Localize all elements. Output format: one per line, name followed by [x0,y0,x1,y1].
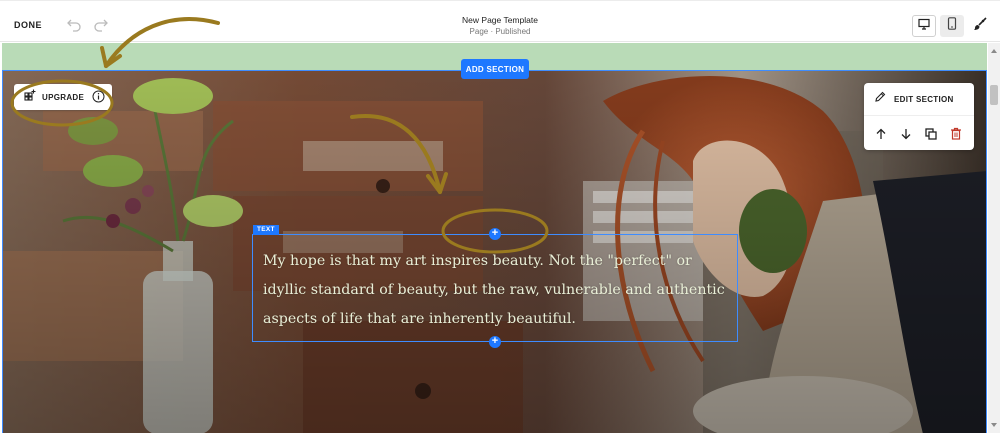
trash-icon[interactable] [947,125,964,142]
add-section-button[interactable]: ADD SECTION [461,59,529,79]
text-block-content[interactable]: My hope is that my art inspires beauty. … [263,247,733,334]
upgrade-button[interactable]: UPGRADE [14,84,112,110]
page-status: Page · Published [469,27,531,36]
edit-section-button[interactable]: EDIT SECTION [864,83,974,116]
mobile-view-button[interactable] [940,15,964,37]
mobile-icon [947,17,957,35]
text-block-tag: TEXT [253,225,279,235]
section-actions [864,117,974,150]
undo-icon[interactable] [66,16,82,32]
desktop-icon [918,17,930,35]
top-toolbar: DONE New Page Template Page · Published [0,0,1000,42]
desktop-view-button[interactable] [912,15,936,37]
pencil-icon [874,90,886,108]
section-edit-panel: EDIT SECTION [864,83,974,150]
redo-icon[interactable] [93,16,109,32]
info-icon[interactable] [92,90,105,108]
scroll-up-icon[interactable] [990,47,998,55]
scrollbar[interactable] [988,43,1000,433]
duplicate-icon[interactable] [922,125,939,142]
move-down-icon[interactable] [897,125,914,142]
scroll-down-icon[interactable] [990,421,998,429]
text-block[interactable]: My hope is that my art inspires beauty. … [252,234,738,342]
site-styles-button[interactable] [968,15,992,37]
upgrade-label: UPGRADE [42,92,85,102]
edit-section-label: EDIT SECTION [894,94,954,104]
page-title-block: New Page Template Page · Published [400,15,600,36]
page-title: New Page Template [462,15,538,25]
paintbrush-icon [973,16,987,36]
done-button[interactable]: DONE [14,20,42,30]
add-block-bottom-button[interactable]: + [489,336,501,348]
blocks-plus-icon [24,88,36,106]
move-up-icon[interactable] [872,125,889,142]
add-block-top-button[interactable]: + [489,228,501,240]
scrollbar-thumb[interactable] [990,85,998,105]
